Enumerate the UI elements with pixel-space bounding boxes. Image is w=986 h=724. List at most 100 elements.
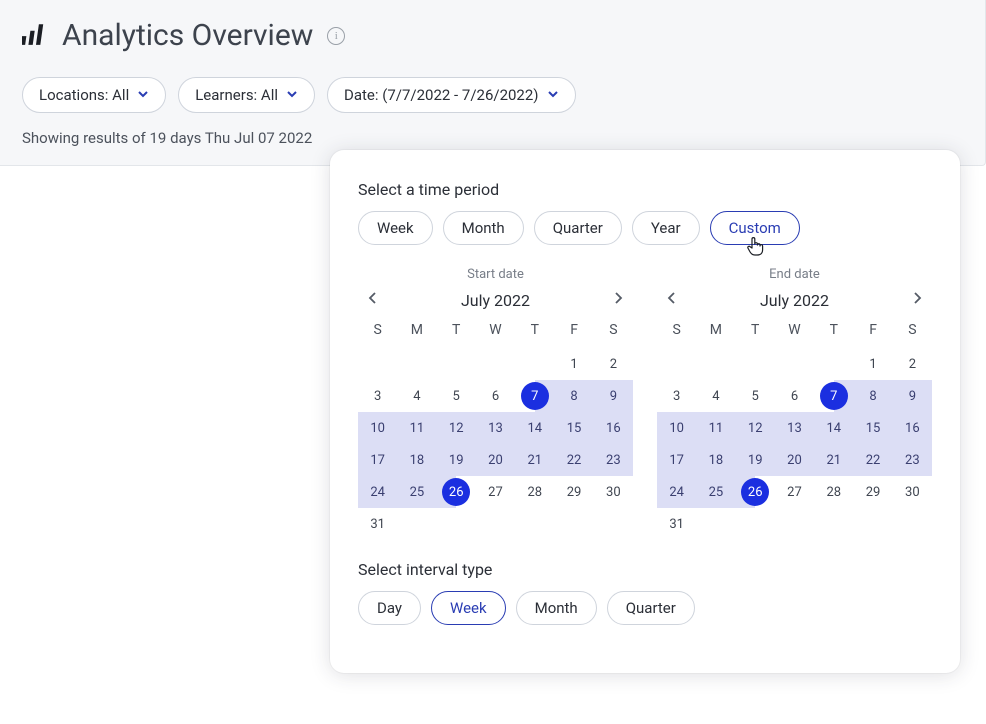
day-22[interactable]: 22	[554, 444, 593, 476]
day-3[interactable]: 3	[358, 380, 397, 412]
day-empty	[397, 348, 436, 380]
day-empty	[775, 348, 814, 380]
day-16[interactable]: 16	[893, 412, 932, 444]
day-20[interactable]: 20	[775, 444, 814, 476]
start-dow-row: SMTWTFS	[358, 318, 633, 342]
interval-quarter[interactable]: Quarter	[607, 591, 695, 625]
day-empty	[696, 348, 735, 380]
day-1[interactable]: 1	[853, 348, 892, 380]
day-4[interactable]: 4	[696, 380, 735, 412]
day-18[interactable]: 18	[397, 444, 436, 476]
day-28[interactable]: 28	[515, 476, 554, 508]
prev-month-button[interactable]	[362, 290, 384, 310]
day-30[interactable]: 30	[594, 476, 633, 508]
day-11[interactable]: 11	[696, 412, 735, 444]
day-21[interactable]: 21	[814, 444, 853, 476]
prev-month-button[interactable]	[661, 290, 683, 310]
day-empty	[736, 348, 775, 380]
day-22[interactable]: 22	[853, 444, 892, 476]
day-6[interactable]: 6	[775, 380, 814, 412]
interval-week[interactable]: Week	[431, 591, 506, 625]
day-15[interactable]: 15	[853, 412, 892, 444]
day-14[interactable]: 14	[814, 412, 853, 444]
day-12[interactable]: 12	[736, 412, 775, 444]
interval-day[interactable]: Day	[358, 591, 421, 625]
day-15[interactable]: 15	[554, 412, 593, 444]
period-custom[interactable]: Custom	[710, 211, 800, 245]
learners-filter[interactable]: Learners: All	[178, 77, 315, 113]
date-filter[interactable]: Date: (7/7/2022 - 7/26/2022)	[327, 77, 576, 113]
next-month-button[interactable]	[906, 290, 928, 310]
calendars: Start date July 2022 SMTWTFS 12345678910…	[358, 267, 932, 540]
day-10[interactable]: 10	[358, 412, 397, 444]
day-7[interactable]: 7	[515, 380, 554, 412]
chevron-down-icon	[137, 88, 149, 103]
day-16[interactable]: 16	[594, 412, 633, 444]
day-24[interactable]: 24	[657, 476, 696, 508]
learners-filter-label: Learners: All	[195, 86, 278, 104]
end-calendar: End date July 2022 SMTWTFS 1234567891011…	[657, 267, 932, 540]
day-17[interactable]: 17	[358, 444, 397, 476]
dow-cell: T	[437, 318, 476, 342]
period-month[interactable]: Month	[443, 211, 524, 245]
day-2[interactable]: 2	[594, 348, 633, 380]
info-icon[interactable]: i	[327, 27, 345, 45]
day-23[interactable]: 23	[594, 444, 633, 476]
day-4[interactable]: 4	[397, 380, 436, 412]
day-9[interactable]: 9	[594, 380, 633, 412]
day-3[interactable]: 3	[657, 380, 696, 412]
end-date-label: End date	[657, 267, 932, 282]
day-27[interactable]: 27	[476, 476, 515, 508]
day-27[interactable]: 27	[775, 476, 814, 508]
selected-start: 7	[521, 382, 549, 410]
day-17[interactable]: 17	[657, 444, 696, 476]
day-18[interactable]: 18	[696, 444, 735, 476]
day-11[interactable]: 11	[397, 412, 436, 444]
day-31[interactable]: 31	[657, 508, 696, 540]
period-year[interactable]: Year	[632, 211, 700, 245]
period-quarter[interactable]: Quarter	[534, 211, 622, 245]
day-20[interactable]: 20	[476, 444, 515, 476]
day-26[interactable]: 26	[437, 476, 476, 508]
day-29[interactable]: 29	[853, 476, 892, 508]
day-19[interactable]: 19	[736, 444, 775, 476]
dow-cell: M	[397, 318, 436, 342]
day-25[interactable]: 25	[696, 476, 735, 508]
day-5[interactable]: 5	[437, 380, 476, 412]
day-13[interactable]: 13	[775, 412, 814, 444]
locations-filter[interactable]: Locations: All	[22, 77, 166, 113]
day-8[interactable]: 8	[554, 380, 593, 412]
analytics-icon	[22, 21, 48, 51]
day-empty	[657, 348, 696, 380]
day-12[interactable]: 12	[437, 412, 476, 444]
filter-row: Locations: All Learners: All Date: (7/7/…	[22, 77, 963, 113]
day-8[interactable]: 8	[853, 380, 892, 412]
day-26[interactable]: 26	[736, 476, 775, 508]
day-23[interactable]: 23	[893, 444, 932, 476]
dow-cell: W	[476, 318, 515, 342]
next-month-button[interactable]	[607, 290, 629, 310]
day-5[interactable]: 5	[736, 380, 775, 412]
day-29[interactable]: 29	[554, 476, 593, 508]
day-24[interactable]: 24	[358, 476, 397, 508]
day-6[interactable]: 6	[476, 380, 515, 412]
day-empty	[476, 348, 515, 380]
start-calendar-nav: July 2022	[358, 290, 633, 310]
day-1[interactable]: 1	[554, 348, 593, 380]
day-21[interactable]: 21	[515, 444, 554, 476]
day-2[interactable]: 2	[893, 348, 932, 380]
day-30[interactable]: 30	[893, 476, 932, 508]
day-13[interactable]: 13	[476, 412, 515, 444]
day-19[interactable]: 19	[437, 444, 476, 476]
date-filter-label: Date: (7/7/2022 - 7/26/2022)	[344, 86, 539, 104]
day-14[interactable]: 14	[515, 412, 554, 444]
interval-month[interactable]: Month	[516, 591, 597, 625]
day-9[interactable]: 9	[893, 380, 932, 412]
day-7[interactable]: 7	[814, 380, 853, 412]
day-28[interactable]: 28	[814, 476, 853, 508]
dow-cell: T	[736, 318, 775, 342]
day-25[interactable]: 25	[397, 476, 436, 508]
day-10[interactable]: 10	[657, 412, 696, 444]
period-week[interactable]: Week	[358, 211, 433, 245]
day-31[interactable]: 31	[358, 508, 397, 540]
